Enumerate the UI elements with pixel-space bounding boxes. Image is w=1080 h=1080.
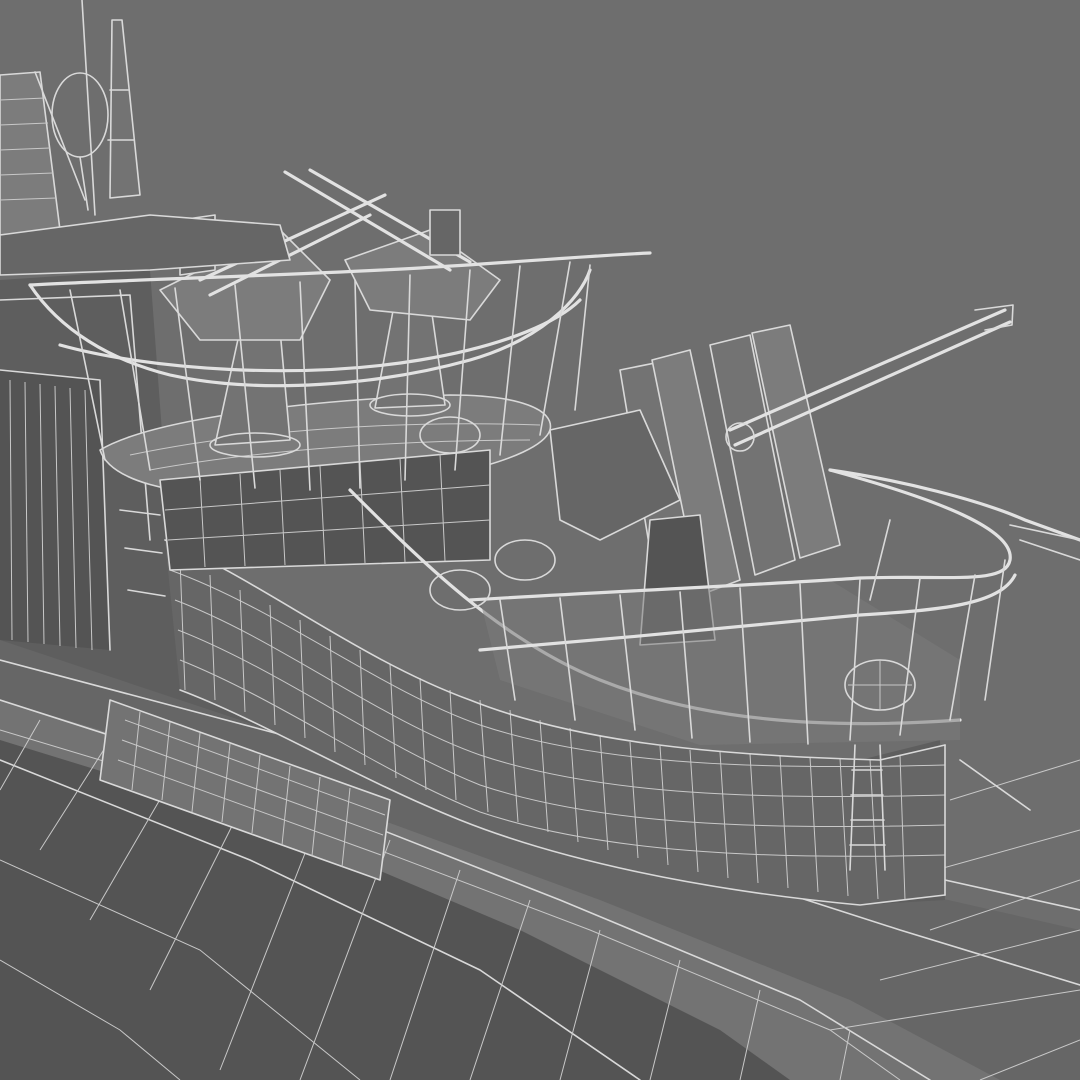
wireframe-submarine-scene — [0, 0, 1080, 1080]
